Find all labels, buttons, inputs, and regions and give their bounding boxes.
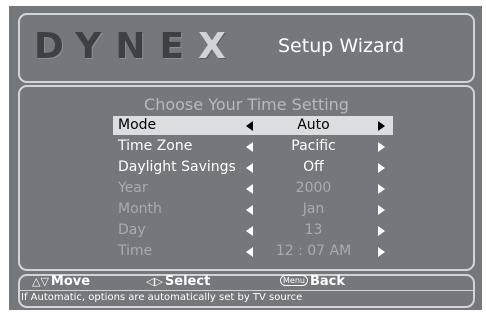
setting-row-month: Month Jan bbox=[113, 200, 393, 219]
setting-row-year: Year 2000 bbox=[113, 179, 393, 198]
setting-label: Time bbox=[118, 243, 153, 259]
arrow-left-icon[interactable] bbox=[246, 142, 253, 152]
setting-row-time: Time 12 : 07 AM bbox=[113, 242, 393, 261]
arrow-right-icon bbox=[378, 184, 385, 194]
setting-row-day: Day 13 bbox=[113, 221, 393, 240]
up-down-arrows-icon: △▽ bbox=[32, 275, 49, 288]
arrow-right-icon bbox=[378, 205, 385, 215]
setting-label: Day bbox=[118, 222, 146, 238]
dynex-logo: DYNEX bbox=[34, 26, 240, 67]
left-right-arrows-icon: ◁▷ bbox=[146, 275, 163, 288]
arrow-left-icon[interactable] bbox=[246, 163, 253, 173]
select-label: Select bbox=[164, 274, 211, 289]
setting-value: 12 : 07 AM bbox=[275, 243, 352, 259]
setting-label: Year bbox=[118, 180, 148, 196]
header-panel: DYNEX Setup Wizard bbox=[18, 13, 475, 83]
setting-value: Jan bbox=[302, 201, 325, 217]
arrow-left-icon bbox=[246, 247, 253, 257]
menu-button-icon: Menu bbox=[280, 275, 308, 286]
arrow-right-icon bbox=[378, 226, 385, 236]
settings-panel: Choose Your Time Setting Mode Auto Time … bbox=[18, 85, 475, 271]
arrow-left-icon[interactable] bbox=[246, 121, 253, 131]
move-label: Move bbox=[50, 274, 91, 289]
footer-divider bbox=[20, 290, 473, 291]
setting-value: 13 bbox=[304, 222, 323, 238]
footer-bar: △▽ Move ◁▷ Select Menu Back If Automatic, o… bbox=[18, 274, 475, 308]
arrow-right-icon bbox=[378, 247, 385, 257]
setting-label: Mode bbox=[118, 117, 157, 133]
setting-label: Daylight Savings bbox=[118, 159, 236, 175]
help-text: If Automatic, options are automatically … bbox=[21, 292, 303, 303]
back-hint: Menu Back bbox=[280, 275, 345, 289]
setting-row-time-zone[interactable]: Time Zone Pacific bbox=[113, 137, 393, 156]
tv-screen: DYNEX Setup Wizard Choose Your Time Sett… bbox=[9, 6, 482, 310]
arrow-right-icon[interactable] bbox=[378, 163, 385, 173]
back-label: Back bbox=[309, 274, 346, 289]
arrow-right-icon[interactable] bbox=[378, 121, 385, 131]
section-title: Choose Your Time Setting bbox=[144, 95, 349, 114]
arrow-left-icon bbox=[246, 184, 253, 194]
setting-value: Pacific bbox=[291, 138, 336, 154]
setting-label: Month bbox=[118, 201, 162, 217]
settings-list: Mode Auto Time Zone Pacific Daylight Sav… bbox=[113, 116, 393, 263]
arrow-right-icon[interactable] bbox=[378, 142, 385, 152]
page-title: Setup Wizard bbox=[278, 35, 405, 57]
setting-row-daylight-savings[interactable]: Daylight Savings Off bbox=[113, 158, 393, 177]
setting-value: Off bbox=[303, 159, 324, 175]
setting-label: Time Zone bbox=[118, 138, 193, 154]
arrow-left-icon bbox=[246, 205, 253, 215]
select-hint: ◁▷ Select bbox=[146, 275, 210, 289]
setting-value: Auto bbox=[297, 117, 330, 133]
arrow-left-icon bbox=[246, 226, 253, 236]
setting-value: 2000 bbox=[295, 180, 332, 196]
setting-row-mode[interactable]: Mode Auto bbox=[113, 116, 393, 135]
move-hint: △▽ Move bbox=[32, 275, 90, 289]
